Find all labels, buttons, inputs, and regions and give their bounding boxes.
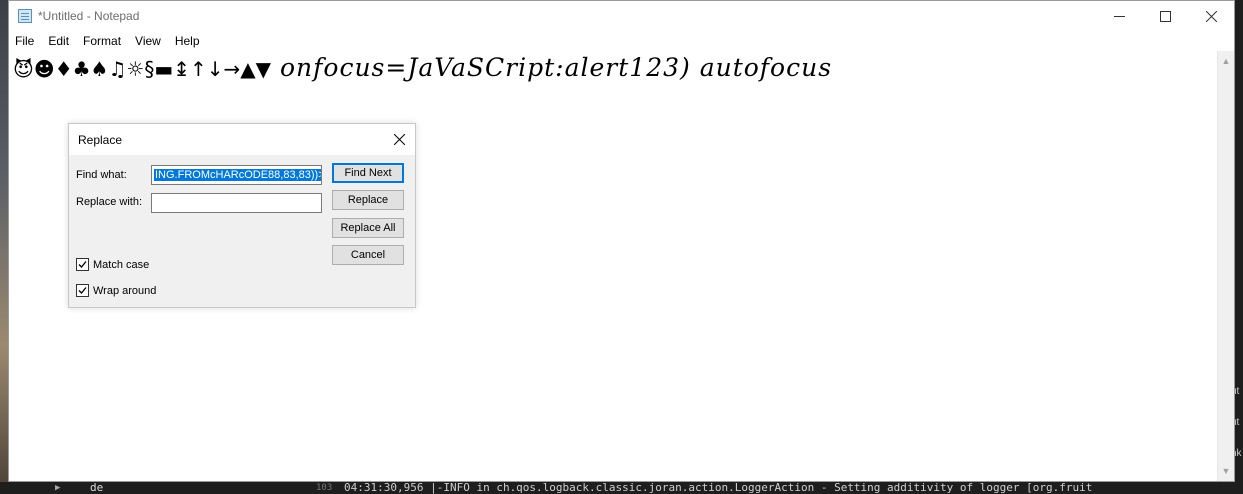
maximize-icon xyxy=(1159,10,1171,22)
editor-text-line: onfocus=JaVaSCript:alert123) autofocus xyxy=(271,53,833,82)
editor-content[interactable]: 😈☻♦♣♠♫☼§▬↨↑↓→▲▼ onfocus=JaVaSCript:alert… xyxy=(13,53,832,82)
vertical-scrollbar[interactable]: ▲ ▼ xyxy=(1217,51,1234,481)
find-what-value: ING.FROMcHARcODE88,83,83))> xyxy=(154,169,321,181)
window-controls xyxy=(1096,1,1234,31)
find-what-label: Find what: xyxy=(76,169,127,181)
background-label: de xyxy=(90,482,104,494)
maximize-button[interactable] xyxy=(1142,1,1188,31)
checkbox-checked-icon xyxy=(76,284,89,297)
menu-file[interactable]: File xyxy=(9,31,41,51)
find-next-button[interactable]: Find Next xyxy=(332,163,404,183)
replace-all-button[interactable]: Replace All xyxy=(332,218,404,238)
title-bar[interactable]: *Untitled - Notepad xyxy=(9,1,1234,31)
notepad-icon xyxy=(18,9,32,23)
window-title: *Untitled - Notepad xyxy=(38,9,140,23)
menu-view[interactable]: View xyxy=(128,31,168,51)
replace-button[interactable]: Replace xyxy=(332,190,404,210)
background-log-line: 04:31:30,956 |-INFO in ch.qos.logback.cl… xyxy=(344,482,1093,494)
replace-with-label: Replace with: xyxy=(76,196,143,208)
menu-format[interactable]: Format xyxy=(76,31,128,51)
minimize-button[interactable] xyxy=(1096,1,1142,31)
match-case-label: Match case xyxy=(93,258,150,271)
menu-help[interactable]: Help xyxy=(168,31,207,51)
checkbox-checked-icon xyxy=(76,258,89,271)
wrap-around-checkbox[interactable]: Wrap around xyxy=(76,284,156,297)
find-what-input[interactable]: ING.FROMcHARcODE88,83,83))> xyxy=(151,165,322,185)
wrap-around-label: Wrap around xyxy=(93,284,157,297)
scroll-up-icon[interactable]: ▲ xyxy=(1218,53,1234,69)
close-icon xyxy=(394,134,405,145)
menu-bar: File Edit Format View Help xyxy=(9,31,1234,51)
minimize-icon xyxy=(1113,15,1125,17)
expand-triangle-icon: ▶ xyxy=(55,483,61,493)
menu-edit[interactable]: Edit xyxy=(41,31,76,51)
dialog-title-bar[interactable]: Replace xyxy=(69,124,415,155)
background-line-number: 103 xyxy=(316,483,333,493)
background-console: ▶ de 103 04:31:30,956 |-INFO in ch.qos.l… xyxy=(0,482,1243,494)
close-icon xyxy=(1205,10,1217,22)
dialog-title: Replace xyxy=(78,132,123,147)
scroll-down-icon[interactable]: ▼ xyxy=(1218,463,1234,479)
cancel-button[interactable]: Cancel xyxy=(332,245,404,265)
match-case-checkbox[interactable]: Match case xyxy=(76,258,149,271)
dialog-close-button[interactable] xyxy=(384,124,415,155)
editor-symbols: 😈☻♦♣♠♫☼§▬↨↑↓→▲▼ xyxy=(13,57,272,81)
close-button[interactable] xyxy=(1188,1,1234,31)
replace-dialog: Replace Find what: ING.FROMcHARcODE88,83… xyxy=(68,123,416,308)
replace-with-input[interactable] xyxy=(151,193,322,213)
